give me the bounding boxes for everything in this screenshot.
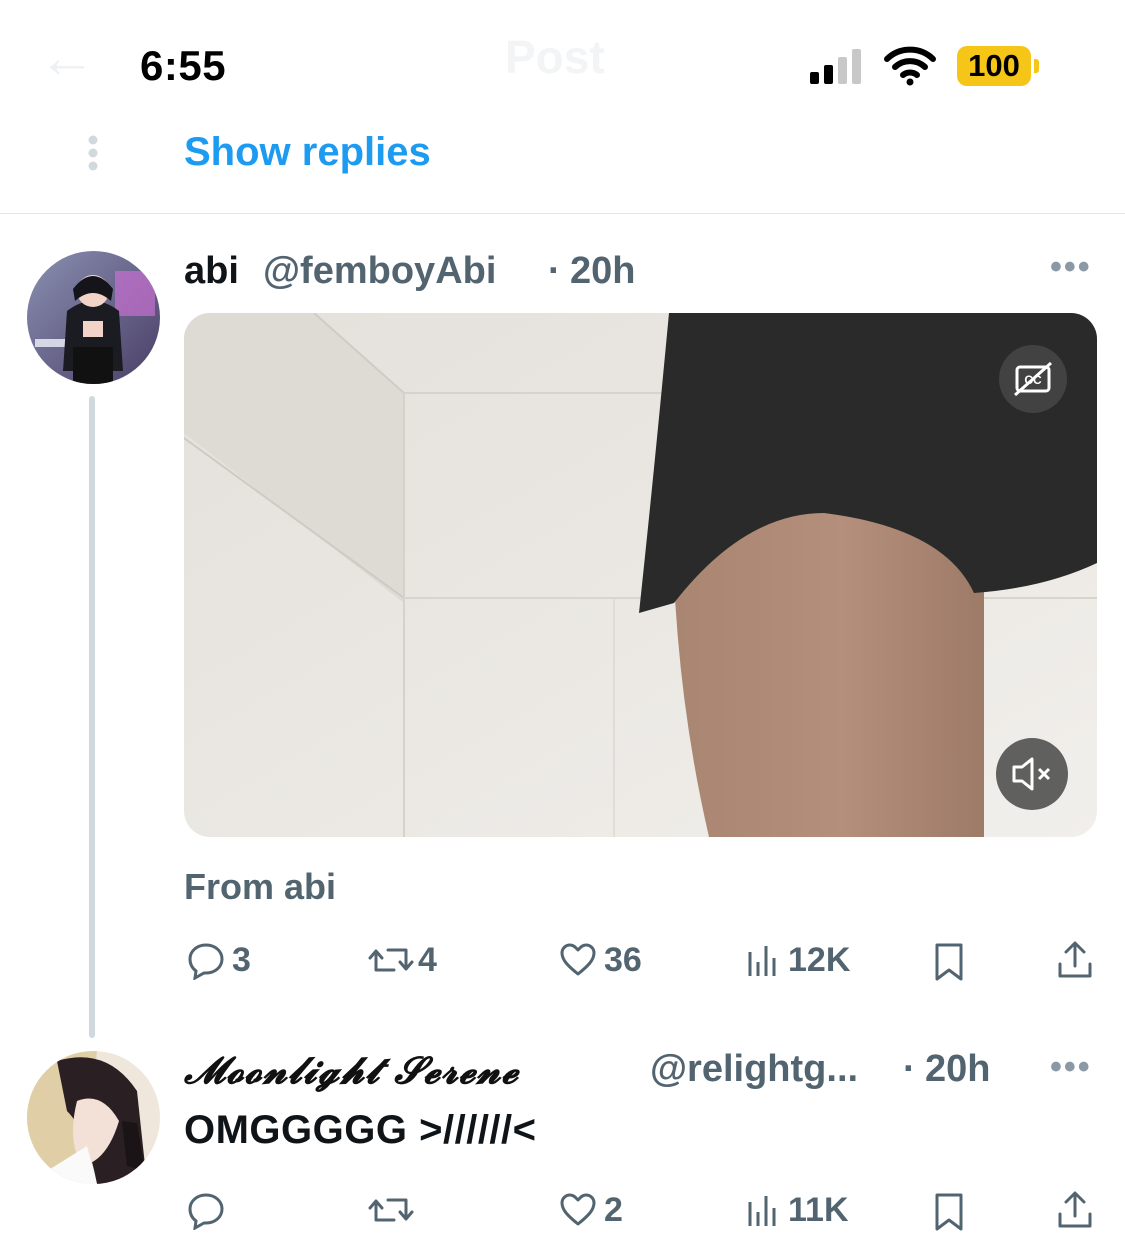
repost-button[interactable] [368,1190,414,1230]
video-player[interactable] [184,313,1097,837]
share-button[interactable] [1056,940,1094,980]
captions-off-icon[interactable]: CC [999,345,1067,413]
battery-tip [1034,59,1039,73]
back-arrow-icon[interactable]: ← [38,28,98,88]
like-count: 36 [604,940,642,979]
wifi-icon [884,46,936,91]
more-options-icon[interactable]: ••• [1050,1048,1092,1087]
post-text: OMGGGGG >//////< [184,1108,537,1152]
reply-count: 3 [232,940,251,979]
cell-signal-icon [810,48,868,89]
like-button[interactable]: 36 [558,940,642,980]
thread-line [89,396,95,1038]
share-icon [1056,940,1094,980]
bookmark-icon [932,1192,966,1232]
media-source-label[interactable]: From abi [184,866,336,908]
bookmark-button[interactable] [932,942,966,982]
author-handle[interactable]: @femboyAbi [263,250,496,293]
bookmark-icon [932,942,966,982]
heart-icon [558,940,598,980]
post-time[interactable]: 20h [925,1048,990,1091]
repost-button[interactable]: 4 [368,940,437,980]
views-bar-chart-icon [746,940,780,980]
avatar[interactable] [27,251,160,384]
author-name[interactable]: abi [184,250,239,293]
header-title: Post [505,31,605,83]
bookmark-button[interactable] [932,1192,966,1232]
view-count: 11K [788,1190,849,1229]
author-name[interactable]: 𝓜𝓸𝓸𝓷𝓵𝓲𝓰𝓱𝓽 𝓢𝓮𝓻𝓮𝓷𝓮 [184,1048,519,1093]
more-options-icon[interactable]: ••• [1050,248,1092,287]
battery-indicator: 100 [957,46,1031,86]
divider [0,213,1125,214]
reply-button[interactable] [186,1190,226,1230]
author-handle[interactable]: @relightg... [650,1048,858,1091]
share-icon [1056,1190,1094,1230]
like-button[interactable]: 2 [558,1190,623,1230]
status-time: 6:55 [140,42,227,89]
avatar[interactable] [27,1051,160,1184]
reply-icon [186,1190,226,1230]
repost-icon [368,940,414,980]
meta-separator: · [548,250,561,292]
view-count: 12K [788,940,851,979]
reply-icon [186,940,226,980]
speaker-muted-icon[interactable] [996,738,1068,810]
views-button[interactable]: 12K [746,940,850,980]
repost-count: 4 [418,940,437,979]
repost-icon [368,1190,414,1230]
vertical-dots-icon [86,135,100,176]
like-count: 2 [604,1190,623,1229]
reply-button[interactable]: 3 [186,940,251,980]
share-button[interactable] [1056,1190,1094,1230]
views-bar-chart-icon [746,1190,780,1230]
post-time[interactable]: 20h [570,250,635,293]
meta-separator: · [903,1048,916,1090]
heart-icon [558,1190,598,1230]
views-button[interactable]: 11K [746,1190,849,1230]
show-replies-link[interactable]: Show replies [184,130,431,175]
